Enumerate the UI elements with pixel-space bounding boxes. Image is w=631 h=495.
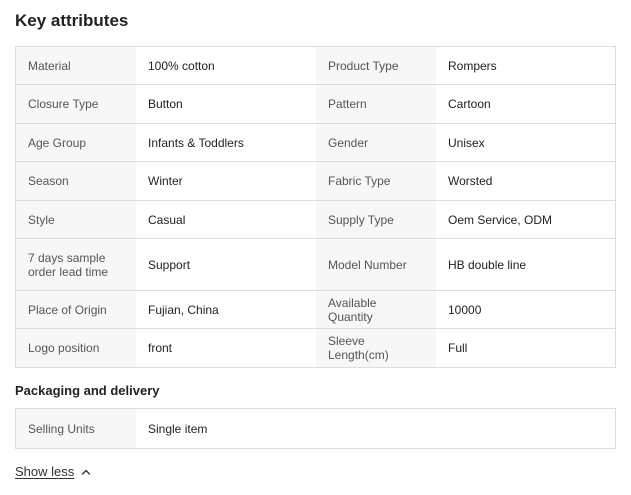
attribute-key: Logo position xyxy=(16,329,136,367)
packaging-table: Selling Units Single item xyxy=(15,408,616,449)
attribute-value: Casual xyxy=(136,201,316,238)
attribute-value: Rompers xyxy=(436,47,615,84)
attribute-value: Fujian, China xyxy=(136,291,316,328)
attribute-key: Style xyxy=(16,201,136,238)
attribute-key: Season xyxy=(16,162,136,200)
attribute-value: Support xyxy=(136,239,316,290)
attribute-value: Infants & Toddlers xyxy=(136,124,316,161)
show-less-toggle[interactable]: Show less xyxy=(15,464,91,479)
table-row: Selling Units Single item xyxy=(16,409,615,448)
attribute-key: Age Group xyxy=(16,124,136,161)
table-row: Age Group Infants & Toddlers Gender Unis… xyxy=(16,124,615,162)
attribute-key: Material xyxy=(16,47,136,84)
attribute-value: Worsted xyxy=(436,162,615,200)
table-row: Closure Type Button Pattern Cartoon xyxy=(16,85,615,124)
attribute-value: Oem Service, ODM xyxy=(436,201,615,238)
attribute-key: Fabric Type xyxy=(316,162,436,200)
chevron-up-icon[interactable] xyxy=(81,467,91,477)
attribute-key: Place of Origin xyxy=(16,291,136,328)
attribute-value: Winter xyxy=(136,162,316,200)
attribute-key: Closure Type xyxy=(16,85,136,123)
attribute-key: Gender xyxy=(316,124,436,161)
show-less-label[interactable]: Show less xyxy=(15,464,74,479)
attribute-key: Available Quantity xyxy=(316,291,436,328)
attribute-value: Button xyxy=(136,85,316,123)
attribute-key: Supply Type xyxy=(316,201,436,238)
attribute-key: Selling Units xyxy=(16,409,136,448)
table-row: Season Winter Fabric Type Worsted xyxy=(16,162,615,201)
attribute-key: Pattern xyxy=(316,85,436,123)
table-row: Style Casual Supply Type Oem Service, OD… xyxy=(16,201,615,239)
attribute-value: Full xyxy=(436,329,615,367)
attribute-value: Cartoon xyxy=(436,85,615,123)
table-row: Logo position front Sleeve Length(cm) Fu… xyxy=(16,329,615,367)
attribute-value: Single item xyxy=(136,409,615,448)
attribute-value: Unisex xyxy=(436,124,615,161)
attribute-key: 7 days sample order lead time xyxy=(16,239,136,290)
table-row: Material 100% cotton Product Type Romper… xyxy=(16,47,615,85)
key-attributes-title: Key attributes xyxy=(15,11,129,30)
attribute-key: Model Number xyxy=(316,239,436,290)
attribute-key: Sleeve Length(cm) xyxy=(316,329,436,367)
packaging-title: Packaging and delivery xyxy=(15,383,160,398)
table-row: 7 days sample order lead time Support Mo… xyxy=(16,239,615,291)
attribute-value: front xyxy=(136,329,316,367)
attribute-value: HB double line xyxy=(436,239,615,290)
table-row: Place of Origin Fujian, China Available … xyxy=(16,291,615,329)
attribute-key: Product Type xyxy=(316,47,436,84)
key-attributes-table: Material 100% cotton Product Type Romper… xyxy=(15,46,616,368)
attribute-value: 100% cotton xyxy=(136,47,316,84)
attribute-value: 10000 xyxy=(436,291,615,328)
